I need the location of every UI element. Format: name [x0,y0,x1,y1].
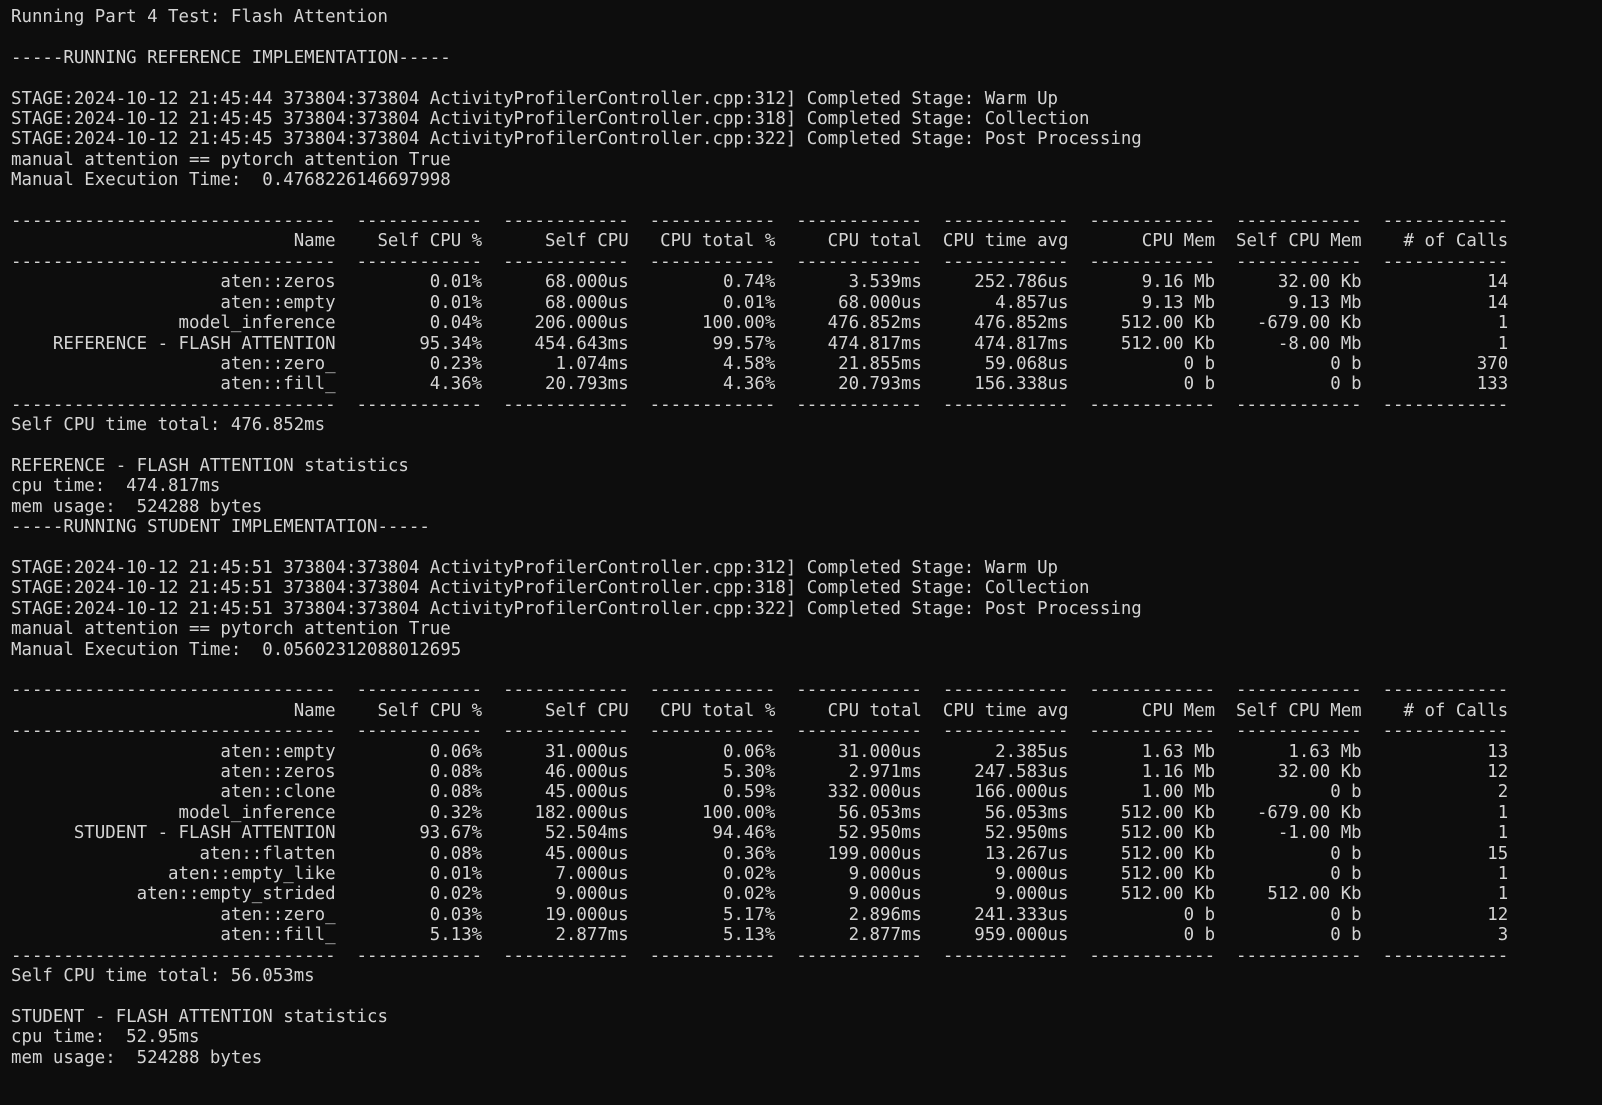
table-row: aten::zero_ 0.03% 19.000us 5.17% 2.896ms… [11,904,1509,925]
reference-table-separator-top: ------------------------------- --------… [11,211,1509,232]
student-table-separator-mid: ------------------------------- --------… [11,721,1509,742]
student-implementation-banner: -----RUNNING STUDENT IMPLEMENTATION----- [11,517,430,538]
test-title-line: Running Part 4 Test: Flash Attention [11,7,388,27]
equality-check-line: manual attention == pytorch attention Tr… [11,149,451,170]
manual-execution-time-line: Manual Execution Time: 0.476822614669799… [11,170,451,191]
table-row: aten::fill_ 4.36% 20.793ms 4.36% 20.793m… [11,374,1509,395]
reference-self-cpu-time-total: Self CPU time total: 476.852ms [11,415,326,436]
reference-table-header: Name Self CPU % Self CPU CPU total % CPU… [11,231,1509,252]
reference-table-separator-mid: ------------------------------- --------… [11,251,1509,272]
stage-log-line-3: STAGE:2024-10-12 21:45:51 373804:373804 … [11,598,1142,619]
stage-log-line-1: STAGE:2024-10-12 21:45:44 373804:373804 … [11,88,1059,109]
reference-cpu-time: cpu time: 474.817ms [11,476,221,497]
student-table-header: Name Self CPU % Self CPU CPU total % CPU… [11,700,1509,721]
reference-stats-header: REFERENCE - FLASH ATTENTION statistics [11,455,409,476]
student-mem-usage: mem usage: 524288 bytes [11,1047,263,1068]
table-row: aten::zeros 0.01% 68.000us 0.74% 3.539ms… [11,272,1509,293]
student-self-cpu-time-total: Self CPU time total: 56.053ms [11,966,315,987]
table-row: STUDENT - FLASH ATTENTION 93.67% 52.504m… [11,823,1509,844]
stage-log-line-1: STAGE:2024-10-12 21:45:51 373804:373804 … [11,557,1059,578]
table-row: REFERENCE - FLASH ATTENTION 95.34% 454.6… [11,333,1509,354]
student-stats-header: STUDENT - FLASH ATTENTION statistics [11,1006,388,1027]
table-row: aten::empty 0.01% 68.000us 0.01% 68.000u… [11,292,1509,313]
table-row: aten::zero_ 0.23% 1.074ms 4.58% 21.855ms… [11,353,1509,374]
table-row: aten::empty_strided 0.02% 9.000us 0.02% … [11,884,1509,905]
table-row: model_inference 0.32% 182.000us 100.00% … [11,802,1509,823]
reference-mem-usage: mem usage: 524288 bytes [11,496,263,517]
student-table-separator-bottom: ------------------------------- --------… [11,945,1509,966]
table-row: aten::empty 0.06% 31.000us 0.06% 31.000u… [11,741,1509,762]
reference-table-separator-bottom: ------------------------------- --------… [11,394,1509,415]
student-cpu-time: cpu time: 52.95ms [11,1027,200,1048]
stage-log-line-2: STAGE:2024-10-12 21:45:51 373804:373804 … [11,578,1090,599]
table-row: aten::zeros 0.08% 46.000us 5.30% 2.971ms… [11,762,1509,783]
student-table-separator-top: ------------------------------- --------… [11,680,1509,701]
stage-log-line-2: STAGE:2024-10-12 21:45:45 373804:373804 … [11,109,1090,130]
table-row: aten::fill_ 5.13% 2.877ms 5.13% 2.877ms … [11,925,1509,946]
manual-execution-time-line: Manual Execution Time: 0.056023120880126… [11,639,462,660]
equality-check-line: manual attention == pytorch attention Tr… [11,619,451,640]
table-row: aten::flatten 0.08% 45.000us 0.36% 199.0… [11,843,1509,864]
table-row: aten::empty_like 0.01% 7.000us 0.02% 9.0… [11,864,1509,885]
stage-log-line-3: STAGE:2024-10-12 21:45:45 373804:373804 … [11,129,1142,150]
terminal-output[interactable]: Running Part 4 Test: Flash Attention ----… [0,0,1602,1105]
table-row: model_inference 0.04% 206.000us 100.00% … [11,313,1509,334]
reference-implementation-banner: -----RUNNING REFERENCE IMPLEMENTATION---… [11,47,451,68]
table-row: aten::clone 0.08% 45.000us 0.59% 332.000… [11,782,1509,803]
